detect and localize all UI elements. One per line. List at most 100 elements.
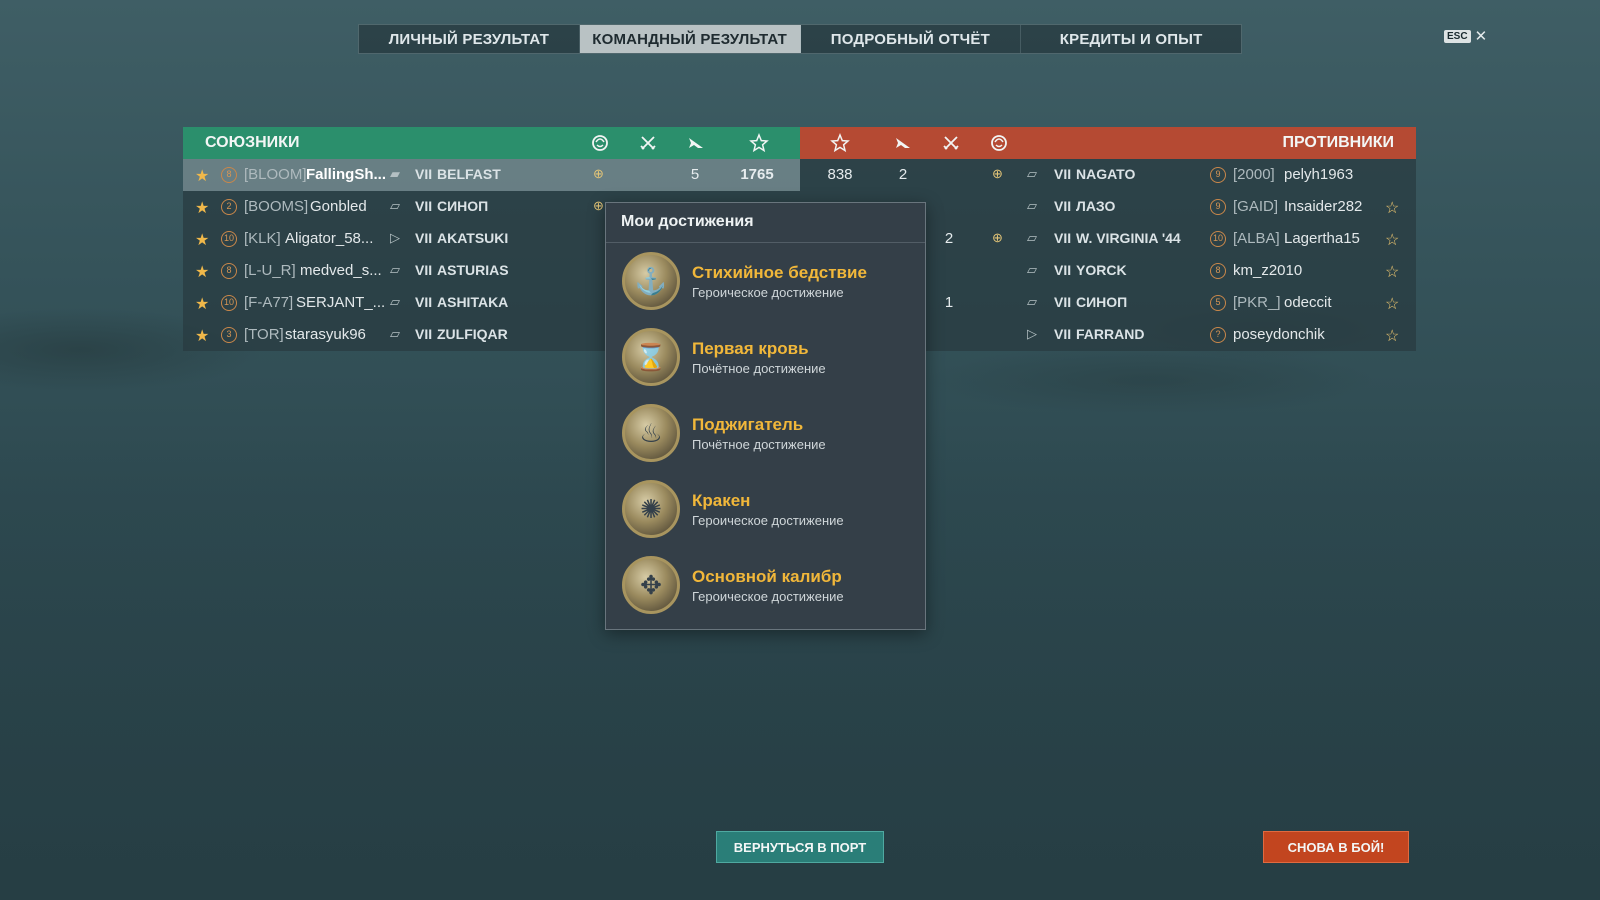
capture-icon: ⊕ [593,166,604,181]
capture-icon [592,135,608,151]
ship-tier: VII [1054,166,1072,182]
ship-name: ASHITAKA [437,294,509,310]
ship-tier: VII [1054,198,1072,214]
tab-credits-exp[interactable]: КРЕДИТЫ И ОПЫТ [1021,25,1241,53]
ship-class-icon: ▱ [1027,198,1037,213]
return-to-port-button[interactable]: ВЕРНУТЬСЯ В ПОРТ [716,831,884,863]
natural-disaster-medal-icon: ⚓ [622,252,680,310]
ship-name: AKATSUKI [437,230,509,246]
rank-badge: 2 [221,199,237,215]
close-button[interactable]: ESC ✕ [1444,27,1487,45]
player-name: medved_s... [300,262,382,279]
enemies-header: ПРОТИВНИКИ [800,127,1416,159]
crossed-swords-icon [640,136,656,150]
kraken-medal-icon: ✺ [622,480,680,538]
kills-count: 2 [898,166,908,183]
base-xp: 838 [827,166,853,183]
rank-badge: 5 [1210,295,1226,311]
star-icon: ★ [195,328,210,345]
table-row[interactable]: ★ 8 [BLOOM] FallingSh... ▰ VII BELFAST ⊕… [183,159,800,191]
clan-tag: [BOOMS] [244,198,309,215]
ship-name: W. VIRGINIA '44 [1076,230,1181,246]
ship-name: СИНОП [1076,294,1128,310]
clan-tag: [F-A77] [244,294,294,311]
rank-badge: 8 [221,263,237,279]
rank-badge: 8 [221,167,237,183]
clan-tag: [TOR] [244,326,284,343]
ship-tier: VII [415,198,433,214]
ship-tier: VII [415,230,433,246]
star-outline-icon: ☆ [1385,328,1400,345]
ship-name: СИНОП [437,198,489,214]
tab-personal-result[interactable]: ЛИЧНЫЙ РЕЗУЛЬТАТ [359,25,580,53]
kills-count: 5 [690,166,700,183]
rank-badge: 9 [1210,167,1226,183]
ship-name: ZULFIQAR [437,326,508,342]
achievement-name: Стихийное бедствие [692,262,867,282]
esc-key-icon: ESC [1444,29,1471,43]
clan-tag: [2000] [1233,166,1275,183]
tab-team-result[interactable]: КОМАНДНЫЙ РЕЗУЛЬТАТ [579,25,801,53]
ship-tier: VII [415,166,433,182]
rank-badge: 10 [221,295,237,311]
ship-tier: VII [1054,262,1072,278]
achievement-name: Основной калибр [692,566,842,586]
achievement-item[interactable]: ⌛ Первая кровь Почётное достижение [606,319,925,395]
tab-detailed-report[interactable]: ПОДРОБНЫЙ ОТЧЁТ [801,25,1022,53]
ship-class-icon: ▱ [1027,262,1037,277]
achievement-type: Почётное достижение [692,360,826,376]
rank-badge: ? [1210,327,1226,343]
clan-tag: [BLOOM] [244,166,307,183]
achievement-name: Поджигатель [692,414,804,434]
main-caliber-medal-icon: ✥ [622,556,680,614]
achievement-type: Героическое достижение [692,588,844,604]
ship-name: BELFAST [437,166,501,182]
ship-tier: VII [1054,294,1072,310]
achievement-item[interactable]: ✥ Основной калибр Героическое достижение [606,547,925,623]
ship-tier: VII [415,326,433,342]
allies-title: СОЮЗНИКИ [205,134,300,151]
crossed-swords-icon [943,136,959,150]
ship-class-icon: ▷ [1027,326,1037,341]
player-name: starasyuk96 [285,326,366,343]
ship-name: FARRAND [1076,326,1145,342]
ship-tier: VII [415,262,433,278]
capture-icon: ⊕ [992,230,1003,245]
popup-title: Мои достижения [606,203,925,243]
close-icon: ✕ [1474,28,1488,45]
base-xp: 1765 [740,166,774,183]
star-icon: ★ [195,168,210,185]
achievements-popup: Мои достижения ⚓ Стихийное бедствие Геро… [605,202,926,630]
rank-badge: 10 [1210,231,1226,247]
battle-again-button[interactable]: СНОВА В БОЙ! [1263,831,1409,863]
player-name: poseydonchik [1233,326,1325,343]
clan-tag: [L-U_R] [244,262,296,279]
plane-kill-icon [896,138,910,148]
clan-tag: [PKR_] [1233,294,1281,311]
achievement-item[interactable]: ♨ Поджигатель Почётное достижение [606,395,925,471]
rank-badge: 10 [221,231,237,247]
rank-badge: 8 [1210,263,1226,279]
player-name: SERJANT_... [296,294,386,311]
ship-name: ЛАЗО [1076,198,1116,214]
ship-class-icon: ▱ [390,294,400,309]
capture-icon [991,135,1007,151]
ship-class-icon: ▱ [390,198,400,213]
achievement-item[interactable]: ✺ Кракен Героическое достижение [606,471,925,547]
player-name: km_z2010 [1233,262,1303,279]
plane-kills: 1 [944,294,954,311]
clan-tag: [ALBA] [1233,230,1280,247]
table-row[interactable]: 838 2 ⊕ ▱ VII NAGATO 9 [2000] pelyh1963 [800,159,1416,191]
result-tabs: ЛИЧНЫЙ РЕЗУЛЬТАТ КОМАНДНЫЙ РЕЗУЛЬТАТ ПОД… [358,24,1242,54]
star-icon: ★ [195,296,210,313]
ship-class-icon: ▱ [1027,294,1037,309]
achievement-item[interactable]: ⚓ Стихийное бедствие Героическое достиже… [606,243,925,319]
clan-tag: [KLK] [244,230,281,247]
star-outline-icon: ☆ [1385,200,1400,217]
ship-class-icon: ▱ [1027,166,1037,181]
ship-name: ASTURIAS [437,262,509,278]
achievement-name: Кракен [692,490,751,510]
achievement-type: Почётное достижение [692,436,826,452]
ship-class-icon: ▱ [1027,230,1037,245]
xp-star-icon [749,133,769,153]
